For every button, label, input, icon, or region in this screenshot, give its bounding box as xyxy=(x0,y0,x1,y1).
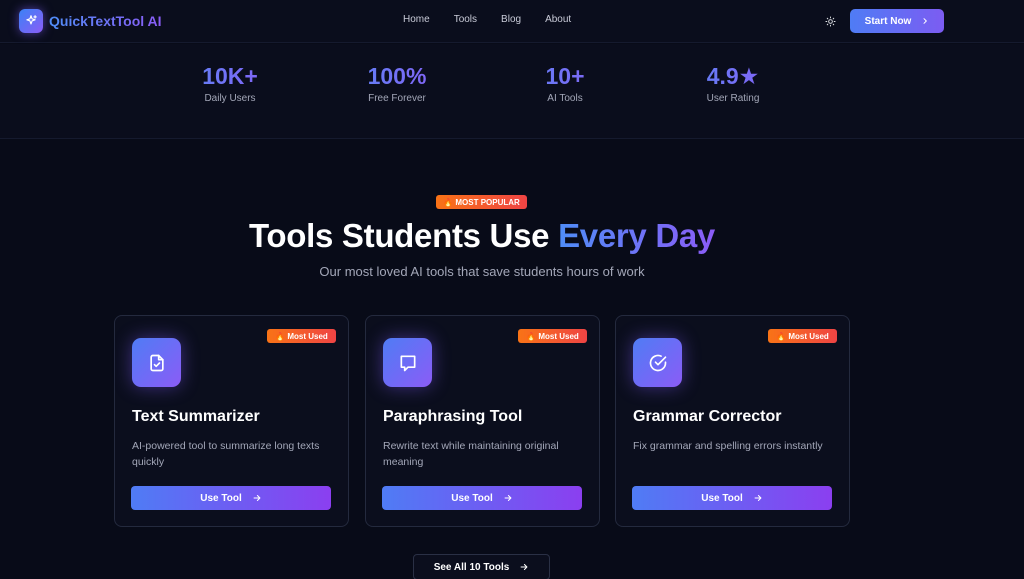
sparkle-icon xyxy=(19,9,43,33)
start-now-label: Start Now xyxy=(864,15,912,27)
use-tool-label: Use Tool xyxy=(701,492,743,504)
stat-free-forever: 100% Free Forever xyxy=(337,62,457,104)
section-title: Tools Students Use Every Day xyxy=(0,216,964,256)
arrow-right-icon xyxy=(753,493,763,503)
use-tool-button[interactable]: Use Tool xyxy=(131,486,331,510)
section-subtitle: Our most loved AI tools that save studen… xyxy=(319,264,645,279)
stat-label: Free Forever xyxy=(368,93,426,104)
sun-icon xyxy=(824,15,836,27)
brand-name: QuickTextTool AI xyxy=(49,13,162,29)
card-title: Grammar Corrector xyxy=(633,408,782,425)
arrow-right-icon xyxy=(252,493,262,503)
nav-link-blog[interactable]: Blog xyxy=(501,14,521,25)
nav-link-home[interactable]: Home xyxy=(403,14,430,25)
brand-logo[interactable]: QuickTextTool AI xyxy=(19,9,162,33)
chat-bubble-icon xyxy=(383,338,432,387)
nav-links: Home Tools Blog About xyxy=(403,14,595,25)
most-used-badge: 🔥 Most Used xyxy=(518,329,587,343)
section-title-accent: Every Day xyxy=(558,217,715,254)
nav-link-about[interactable]: About xyxy=(545,14,571,25)
check-circle-icon xyxy=(633,338,682,387)
stat-label: Daily Users xyxy=(204,93,256,104)
card-description: Fix grammar and spelling errors instantl… xyxy=(633,440,823,452)
section-title-main: Tools Students Use xyxy=(249,217,559,254)
card-title: Text Summarizer xyxy=(132,408,260,425)
stat-ai-tools: 10+ AI Tools xyxy=(505,62,625,104)
arrow-right-icon xyxy=(503,493,513,503)
most-used-badge: 🔥 Most Used xyxy=(267,329,336,343)
theme-toggle-button[interactable] xyxy=(823,14,837,28)
card-title: Paraphrasing Tool xyxy=(383,408,523,425)
see-all-tools-button[interactable]: See All 10 Tools xyxy=(413,554,550,579)
nav-link-tools[interactable]: Tools xyxy=(454,14,477,25)
document-check-icon xyxy=(132,338,181,387)
stat-value: 100% xyxy=(337,62,457,90)
arrow-right-icon xyxy=(519,562,529,572)
stat-value: 10+ xyxy=(505,62,625,90)
use-tool-button[interactable]: Use Tool xyxy=(632,486,832,510)
most-popular-badge: 🔥 MOST POPULAR xyxy=(436,195,527,209)
tool-card-grammar-corrector[interactable]: 🔥 Most Used Grammar Corrector Fix gramma… xyxy=(615,315,850,527)
use-tool-label: Use Tool xyxy=(451,492,493,504)
most-used-badge: 🔥 Most Used xyxy=(768,329,837,343)
stat-value: 10K+ xyxy=(170,62,290,90)
stat-label: User Rating xyxy=(706,93,760,104)
tool-card-text-summarizer[interactable]: 🔥 Most Used Text Summarizer AI-powered t… xyxy=(114,315,349,527)
stat-user-rating: 4.9★ User Rating xyxy=(673,62,793,104)
stat-value: 4.9★ xyxy=(673,62,793,90)
stat-label: AI Tools xyxy=(547,93,583,104)
use-tool-label: Use Tool xyxy=(200,492,242,504)
tool-card-paraphrasing-tool[interactable]: 🔥 Most Used Paraphrasing Tool Rewrite te… xyxy=(365,315,600,527)
stats-bar: 10K+ Daily Users 100% Free Forever 10+ A… xyxy=(0,44,1024,139)
stat-daily-users: 10K+ Daily Users xyxy=(170,62,290,104)
card-description: AI-powered tool to summarize long texts … xyxy=(132,440,320,468)
top-navbar: QuickTextTool AI Home Tools Blog About S… xyxy=(0,0,1024,43)
see-all-label: See All 10 Tools xyxy=(433,561,510,573)
card-description: Rewrite text while maintaining original … xyxy=(383,440,559,468)
start-now-button[interactable]: Start Now xyxy=(850,9,944,33)
chevron-right-icon xyxy=(921,17,929,25)
use-tool-button[interactable]: Use Tool xyxy=(382,486,582,510)
